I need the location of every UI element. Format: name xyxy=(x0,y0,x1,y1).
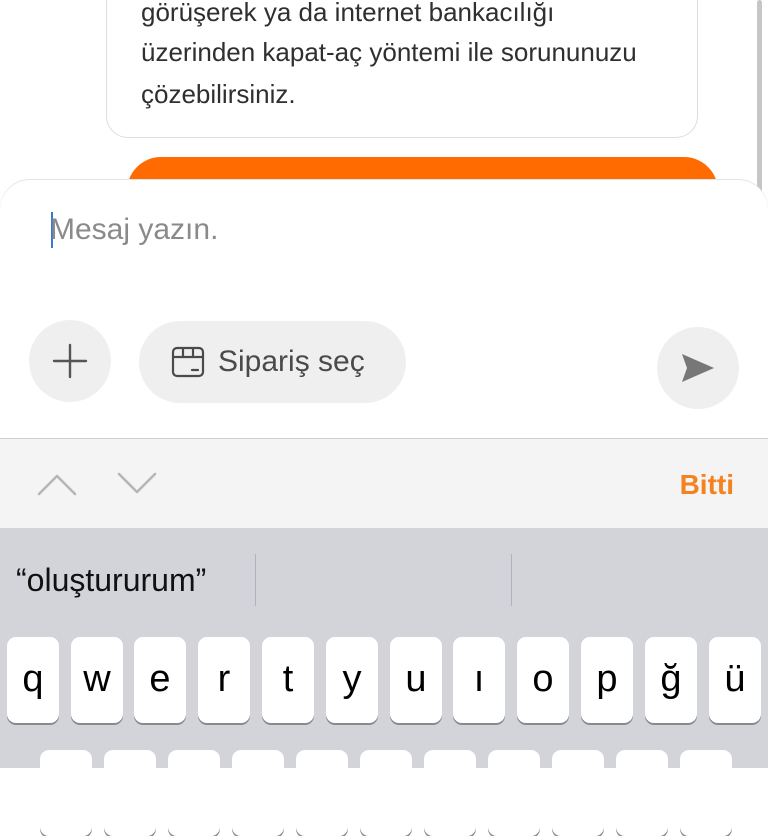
suggestion-divider xyxy=(511,554,512,606)
key-p[interactable]: p xyxy=(581,637,633,723)
key-dotless-i[interactable]: ı xyxy=(453,637,505,723)
select-order-label: Sipariş seç xyxy=(218,345,365,378)
message-composer: Mesaj yazın. Sipariş seç xyxy=(0,180,768,438)
message-line: görüşerek ya da internet bankacılığı xyxy=(141,0,555,27)
select-order-button[interactable]: Sipariş seç xyxy=(139,321,406,403)
key-u-umlaut[interactable]: ü xyxy=(709,637,761,723)
key-r[interactable]: r xyxy=(198,637,250,723)
key-u[interactable]: u xyxy=(390,637,442,723)
chat-area: görüşerek ya da internet bankacılığı üze… xyxy=(0,0,768,200)
done-button[interactable]: Bitti xyxy=(680,467,734,503)
message-line: üzerinden kapat-aç yöntemi ile sorununuz… xyxy=(141,37,637,67)
key-g-breve[interactable]: ğ xyxy=(645,637,697,723)
key[interactable] xyxy=(616,750,668,836)
plus-icon xyxy=(52,343,88,379)
chevron-down-icon[interactable] xyxy=(116,471,158,497)
add-button[interactable] xyxy=(29,320,111,402)
message-input[interactable]: Mesaj yazın. xyxy=(50,206,690,254)
send-button[interactable] xyxy=(657,327,739,409)
key-y[interactable]: y xyxy=(326,637,378,723)
key[interactable] xyxy=(424,750,476,836)
scrollbar[interactable] xyxy=(757,0,762,200)
key[interactable] xyxy=(168,750,220,836)
message-line: çözebilirsiniz. xyxy=(141,79,296,109)
key-w[interactable]: w xyxy=(71,637,123,723)
key[interactable] xyxy=(360,750,412,836)
package-icon xyxy=(171,346,205,378)
key[interactable] xyxy=(40,750,92,836)
suggestion-divider xyxy=(255,554,256,606)
key[interactable] xyxy=(488,750,540,836)
send-icon xyxy=(682,354,714,382)
keyboard-toolbar: Bitti xyxy=(0,438,768,528)
key-q[interactable]: q xyxy=(7,637,59,723)
key-t[interactable]: t xyxy=(262,637,314,723)
key[interactable] xyxy=(680,750,732,836)
chevron-up-icon[interactable] xyxy=(36,471,78,497)
key[interactable] xyxy=(104,750,156,836)
key-o[interactable]: o xyxy=(517,637,569,723)
key[interactable] xyxy=(552,750,604,836)
keyboard: “oluştururum” q w e r t y u ı o p ğ ü xyxy=(0,528,768,836)
key-e[interactable]: e xyxy=(134,637,186,723)
key[interactable] xyxy=(296,750,348,836)
message-bubble: görüşerek ya da internet bankacılığı üze… xyxy=(106,0,698,138)
key[interactable] xyxy=(232,750,284,836)
autocorrect-suggestion[interactable]: “oluştururum” xyxy=(16,560,206,600)
